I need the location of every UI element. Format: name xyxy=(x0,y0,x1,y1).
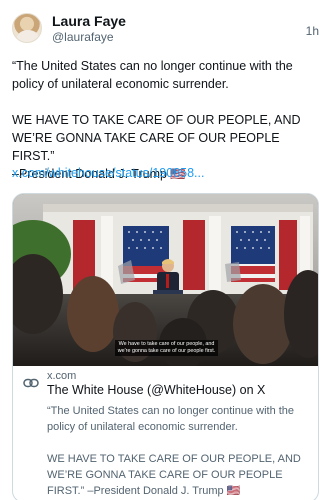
domain-row xyxy=(23,375,45,388)
link-preview-card[interactable]: We have to take care of our people, and … xyxy=(12,193,319,500)
post-link[interactable]: x.com/whitehouse/status/190858... xyxy=(12,166,204,180)
author-handle[interactable]: @laurafaye xyxy=(52,30,114,44)
card-meta[interactable]: x.com The White House (@WhiteHouse) on X… xyxy=(13,366,318,500)
card-title[interactable]: The White House (@WhiteHouse) on X xyxy=(47,383,265,397)
card-domain: x.com xyxy=(47,370,77,382)
card-description: “The United States can no longer continu… xyxy=(47,403,309,499)
post-text: “The United States can no longer continu… xyxy=(12,57,317,183)
video-caption: We have to take care of our people, and … xyxy=(13,339,318,357)
video-thumbnail[interactable]: We have to take care of our people, and … xyxy=(13,194,318,366)
post-timestamp[interactable]: 1h xyxy=(306,24,319,38)
post-paragraph: WE HAVE TO TAKE CARE OF OUR PEOPLE, AND … xyxy=(12,113,301,163)
link-icon xyxy=(23,375,39,388)
avatar[interactable] xyxy=(12,13,42,43)
post: Laura Faye @laurafaye 1h “The United Sta… xyxy=(0,0,331,500)
author-name[interactable]: Laura Faye xyxy=(52,13,126,29)
card-desc-paragraph: “The United States can no longer continu… xyxy=(47,405,295,433)
caption-text: We have to take care of our people, and … xyxy=(114,340,219,356)
card-desc-paragraph: WE HAVE TO TAKE CARE OF OUR PEOPLE, AND … xyxy=(47,453,301,497)
post-paragraph: “The United States can no longer continu… xyxy=(12,59,293,91)
